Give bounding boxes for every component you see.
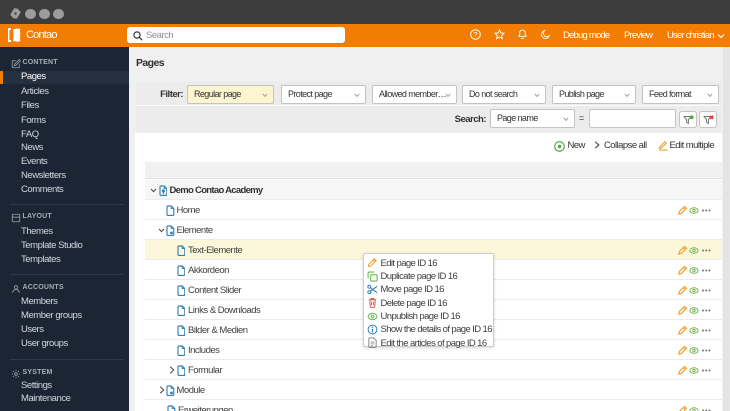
svg-text:?: ?	[473, 30, 477, 39]
